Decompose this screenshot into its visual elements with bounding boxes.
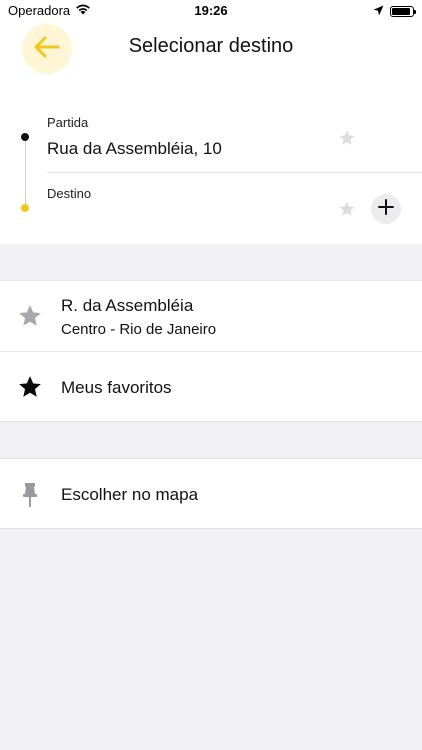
status-right <box>373 4 416 19</box>
page-title: Selecionar destino <box>128 35 294 57</box>
star-filled-icon <box>17 374 43 400</box>
list-item-favorites[interactable]: Meus favoritos <box>0 351 422 422</box>
origin-value: Rua da Assembléia, 10 <box>47 139 222 158</box>
list-item-subtitle: Centro - Rio de Janeiro <box>61 321 217 338</box>
list-item-choose-on-map[interactable]: Escolher no mapa <box>0 458 422 529</box>
route-panel: Partida Rua da Assembléia, 10 Destino <box>0 92 422 244</box>
status-bar: Operadora 19:26 <box>0 0 422 22</box>
pin-icon <box>20 482 46 508</box>
list-item-recent-address[interactable]: R. da Assembléia Centro - Rio de Janeiro <box>0 280 422 351</box>
battery-icon <box>390 6 416 17</box>
list-item-title: Escolher no mapa <box>61 485 199 504</box>
location-arrow-icon <box>373 4 384 19</box>
list-item-title: R. da Assembléia <box>61 296 194 315</box>
route-connector-line <box>25 137 26 209</box>
header: Selecionar destino <box>0 22 422 92</box>
destination-label: Destino <box>47 186 92 201</box>
origin-label: Partida <box>47 115 89 130</box>
field-divider <box>47 172 422 173</box>
origin-dot-icon <box>21 133 29 141</box>
list-item-title: Meus favoritos <box>61 378 172 397</box>
map-option-list: Escolher no mapa <box>0 458 422 529</box>
status-time: 19:26 <box>194 3 228 18</box>
add-stop-button[interactable] <box>371 194 401 224</box>
suggestions-list: R. da Assembléia Centro - Rio de Janeiro… <box>0 280 422 422</box>
plus-icon <box>378 198 394 220</box>
star-outline-icon <box>17 303 43 329</box>
origin-favorite-star-icon[interactable] <box>338 129 356 147</box>
destination-dot-icon <box>21 204 29 212</box>
destination-favorite-star-icon[interactable] <box>338 200 356 218</box>
